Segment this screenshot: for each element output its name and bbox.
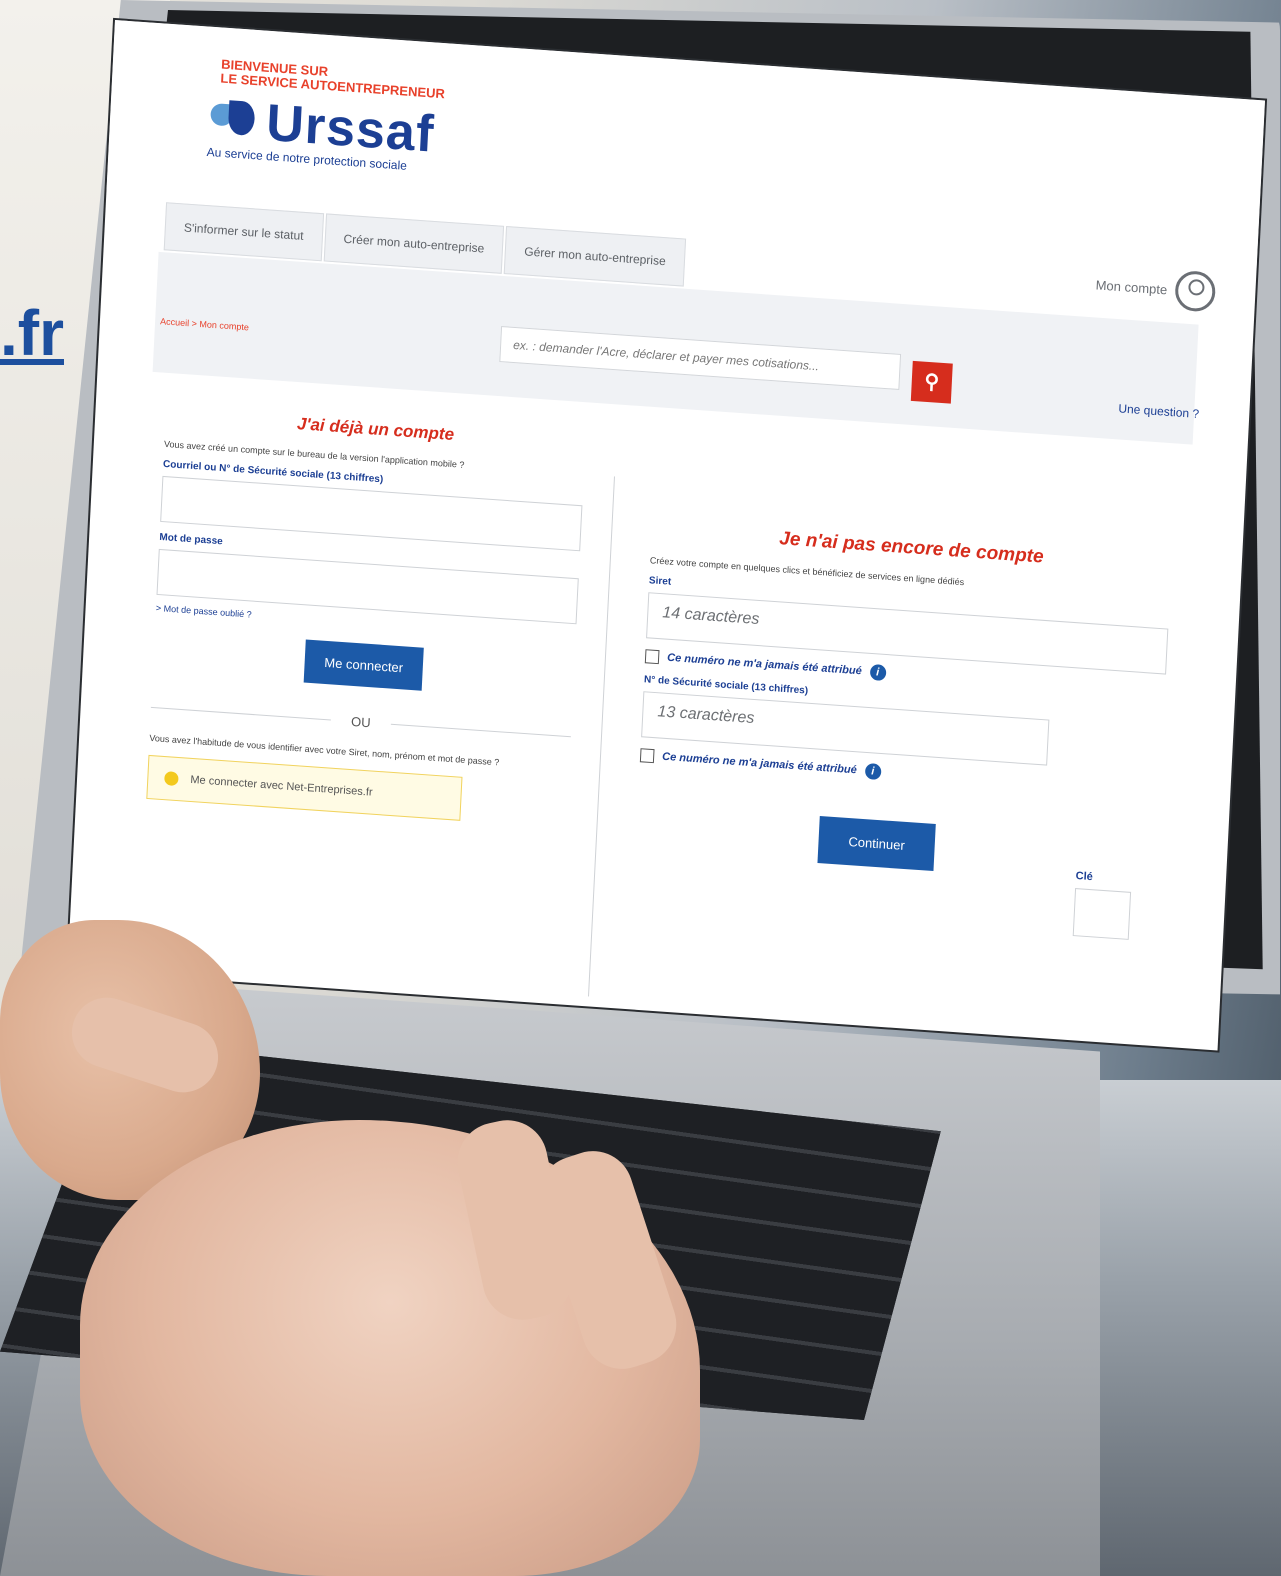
account-link[interactable]: Mon compte bbox=[1095, 264, 1217, 313]
info-icon[interactable]: i bbox=[864, 762, 882, 781]
netentreprises-icon bbox=[164, 771, 179, 787]
connect-button[interactable]: Me connecter bbox=[303, 639, 425, 691]
cle-label: Clé bbox=[1075, 870, 1094, 884]
user-circle-icon bbox=[1174, 269, 1217, 313]
siret-checkbox[interactable] bbox=[644, 649, 660, 665]
login-section: J'ai déjà un compte Vous avez créé un co… bbox=[146, 405, 586, 828]
ssn-check-label: Ce numéro ne m'a jamais été attribué bbox=[661, 750, 858, 777]
ssn-checkbox[interactable] bbox=[639, 748, 655, 764]
netentreprises-label: Me connecter avec Net-Entreprises.fr bbox=[190, 773, 373, 799]
help-circle-icon: ? bbox=[1192, 406, 1200, 421]
background-url-fragment: .fr bbox=[0, 297, 64, 369]
column-divider bbox=[588, 476, 615, 997]
cle-group: Clé bbox=[1072, 870, 1132, 940]
or-label: OU bbox=[350, 713, 371, 731]
register-section: Je n'ai pas encore de compte Créez votre… bbox=[635, 519, 1172, 940]
tab-informer[interactable]: S'informer sur le statut bbox=[163, 202, 324, 262]
netentreprises-button[interactable]: Me connecter avec Net-Entreprises.fr bbox=[146, 754, 463, 821]
siret-check-label: Ce numéro ne m'a jamais été attribué bbox=[666, 651, 863, 678]
cle-field[interactable] bbox=[1072, 888, 1132, 940]
info-icon[interactable]: i bbox=[869, 663, 887, 682]
magnifier-icon: ⚲ bbox=[923, 370, 940, 394]
browser-screen: BIENVENUE SUR LE SERVICE AUTOENTREPRENEU… bbox=[67, 20, 1265, 1051]
continue-button[interactable]: Continuer bbox=[817, 815, 936, 872]
urssaf-logo-icon bbox=[209, 99, 257, 142]
search-button[interactable]: ⚲ bbox=[910, 360, 953, 404]
account-label: Mon compte bbox=[1095, 276, 1168, 297]
